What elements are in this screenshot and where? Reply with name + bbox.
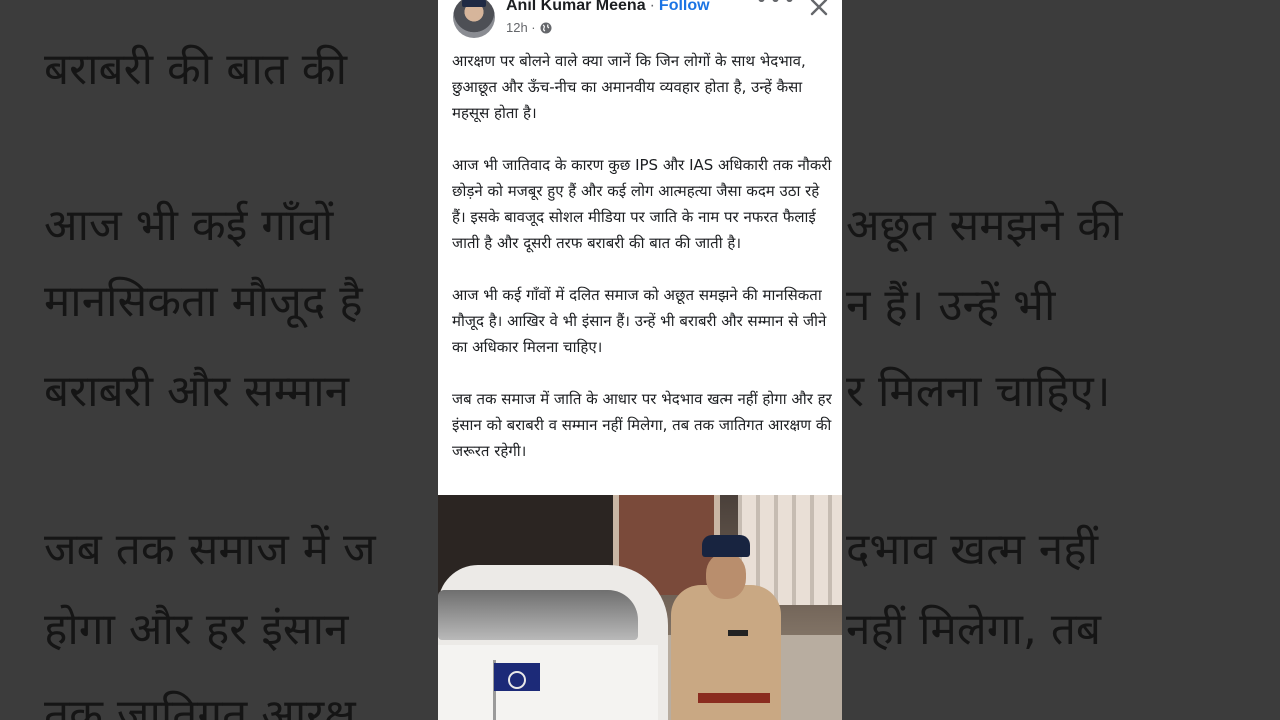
post-paragraph: आरक्षण पर बोलने वाले क्या जानें कि जिन ल… bbox=[452, 52, 806, 122]
post-meta: 12h · bbox=[506, 20, 552, 35]
close-icon[interactable] bbox=[808, 0, 830, 18]
photo-officer-cap bbox=[702, 535, 750, 557]
globe-icon bbox=[540, 22, 552, 33]
post-paragraph: आज भी जातिवाद के कारण कुछ IPS और IAS अधि… bbox=[452, 156, 832, 252]
photo-car-hood bbox=[438, 645, 658, 720]
post-photo[interactable] bbox=[438, 495, 842, 720]
post-author-row: Anil Kumar Meena · Follow bbox=[506, 0, 710, 15]
background-text-line: नहीं मिलेगा, तब bbox=[846, 604, 1102, 655]
background-text-line: मानसिकता मौजूद है bbox=[44, 276, 363, 327]
separator-dot: · bbox=[649, 0, 655, 14]
photo-name-tag bbox=[728, 630, 748, 636]
post-body: आरक्षण पर बोलने वाले क्या जानें कि जिन ल… bbox=[452, 48, 832, 464]
more-options-button[interactable]: ••• bbox=[755, 0, 796, 14]
background-text-line: तक जातिगत आरक्ष bbox=[44, 690, 356, 720]
background-text-line: जब तक समाज में ज bbox=[44, 524, 376, 575]
follow-button[interactable]: Follow bbox=[659, 0, 710, 14]
photo-officer-belt bbox=[698, 693, 770, 703]
avatar[interactable] bbox=[453, 0, 495, 38]
post-author-name[interactable]: Anil Kumar Meena bbox=[506, 0, 646, 14]
background-text-line: आज भी कई गाँवों bbox=[44, 200, 334, 251]
post-paragraph: आज भी कई गाँवों में दलित समाज को अछूत सम… bbox=[452, 286, 827, 356]
photo-flag-emblem bbox=[508, 671, 526, 689]
background-text-line: होगा और हर इंसान bbox=[44, 604, 349, 655]
post-timestamp[interactable]: 12h · bbox=[506, 20, 536, 35]
background-text-line: न हैं। उन्हें भी bbox=[846, 280, 1056, 331]
photo-officer-head bbox=[706, 553, 746, 599]
background-text-line: अछूत समझने की bbox=[846, 200, 1123, 251]
post-paragraph: जब तक समाज में जाति के आधार पर भेदभाव खत… bbox=[452, 390, 832, 460]
background-text-line: बराबरी और सम्मान bbox=[44, 366, 350, 417]
background-text-line: बराबरी की बात की bbox=[44, 44, 347, 95]
post-card: Anil Kumar Meena · Follow 12h · ••• आरक्षण… bbox=[438, 0, 842, 720]
photo-car-windshield bbox=[438, 590, 638, 640]
background-text-line: दभाव खत्म नहीं bbox=[846, 524, 1098, 575]
post-header: Anil Kumar Meena · Follow 12h · ••• bbox=[438, 0, 842, 46]
background-text-line: र मिलना चाहिए। bbox=[846, 366, 1111, 417]
avatar-cap bbox=[462, 0, 486, 7]
